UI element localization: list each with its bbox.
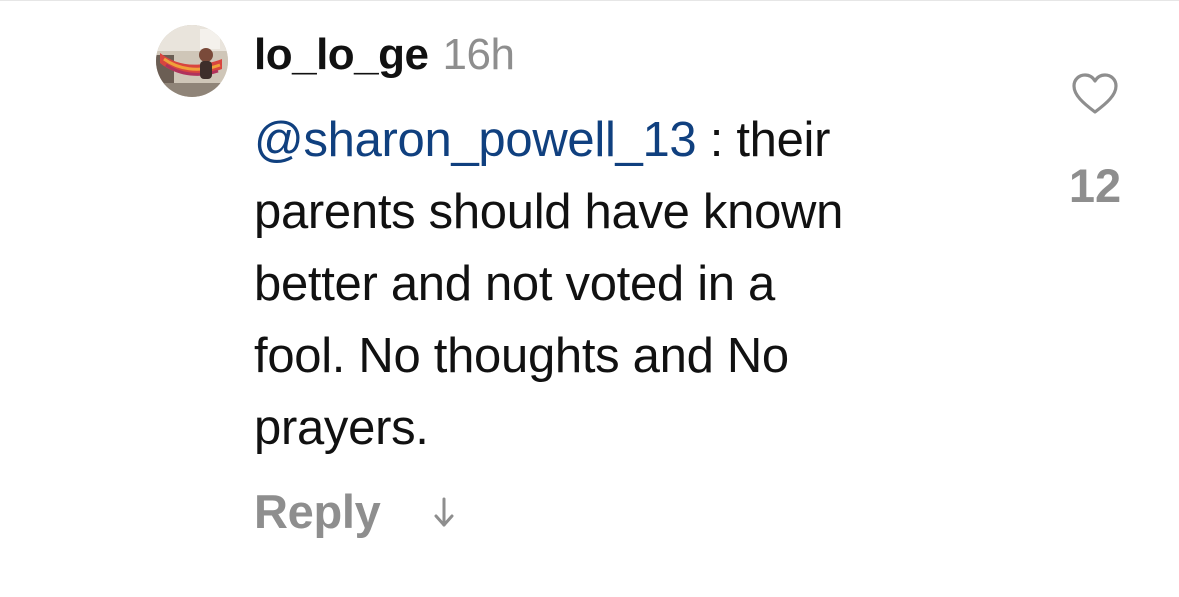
reply-button[interactable]: Reply bbox=[254, 484, 381, 539]
comment: lo_lo_ge 16h @sharon_powell_13 : their p… bbox=[0, 0, 1179, 597]
mention-link[interactable]: @sharon_powell_13 bbox=[254, 113, 697, 167]
heart-icon[interactable] bbox=[1071, 72, 1119, 116]
comment-line-text: : their bbox=[696, 113, 831, 167]
comment-actions: Reply bbox=[254, 484, 455, 539]
avatar-photo bbox=[156, 25, 228, 97]
comment-line: @sharon_powell_13 : their bbox=[254, 104, 994, 176]
comment-header: lo_lo_ge 16h bbox=[254, 30, 515, 90]
username[interactable]: lo_lo_ge bbox=[254, 30, 429, 80]
comment-line: better and not voted in a bbox=[254, 257, 775, 311]
arrow-down-icon[interactable] bbox=[433, 495, 455, 529]
timestamp: 16h bbox=[442, 30, 515, 79]
like-count: 12 bbox=[1068, 159, 1122, 212]
like-section: 12 bbox=[1066, 72, 1124, 213]
avatar[interactable] bbox=[156, 25, 228, 97]
comment-line: parents should have known bbox=[254, 185, 844, 239]
comment-text: @sharon_powell_13 : their parents should… bbox=[254, 104, 994, 464]
comment-line: prayers. bbox=[254, 401, 429, 455]
comment-line: fool. No thoughts and No bbox=[254, 329, 789, 383]
